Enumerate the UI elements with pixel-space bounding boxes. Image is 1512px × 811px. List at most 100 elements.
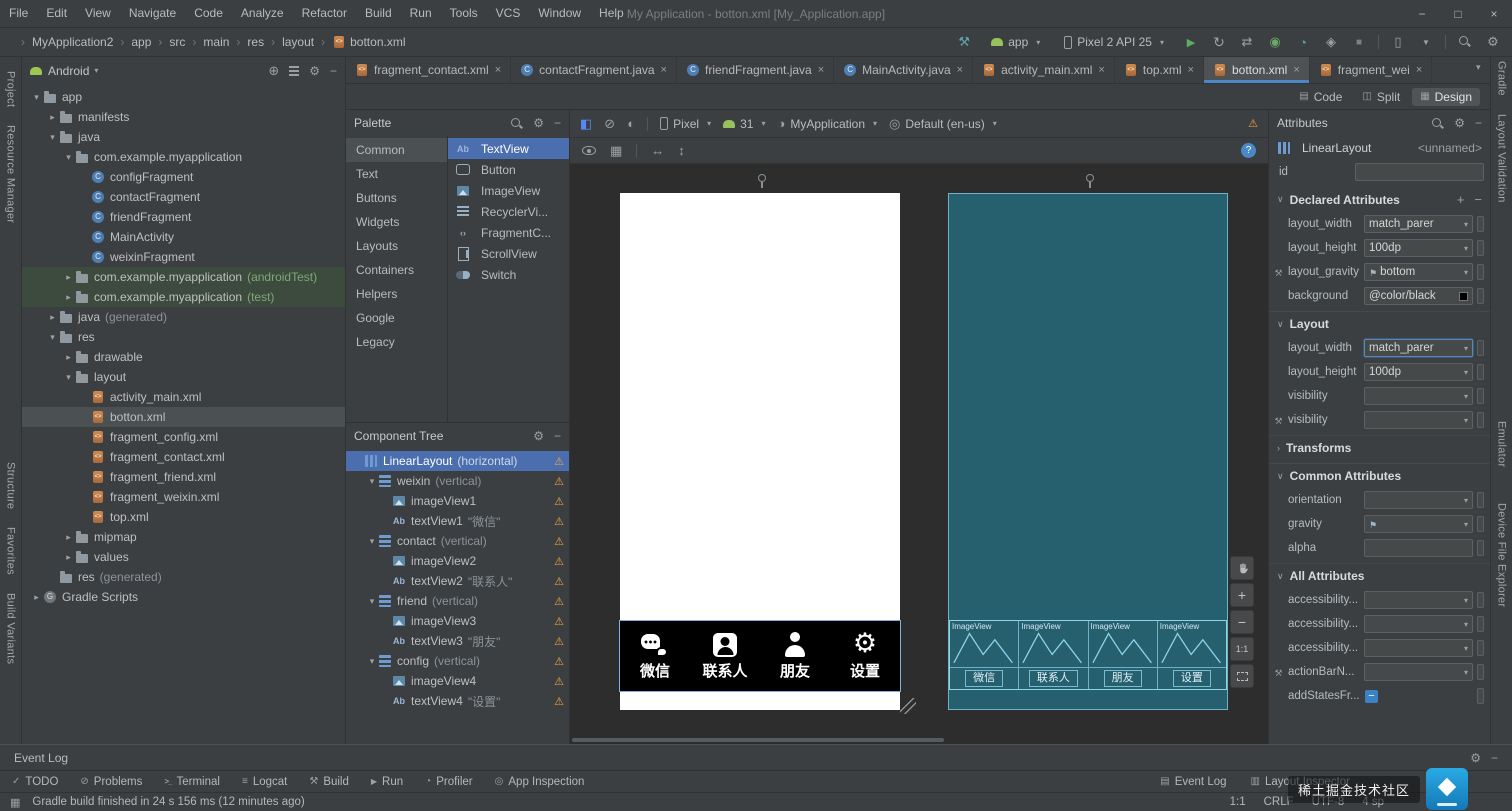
- menu-item[interactable]: Window: [529, 0, 590, 27]
- toolwindow-stripe-button[interactable]: Device File Explorer: [1496, 503, 1508, 607]
- project-tree-item[interactable]: MainActivity: [22, 227, 345, 247]
- sdk-manager-icon[interactable]: [1417, 33, 1435, 51]
- tree-chevron-icon[interactable]: [62, 292, 75, 303]
- pan-button[interactable]: [1230, 556, 1254, 580]
- tree-chevron-icon[interactable]: [62, 272, 75, 283]
- project-tree-item[interactable]: com.example.myapplication (test): [22, 287, 345, 307]
- palette-category[interactable]: Google: [346, 306, 447, 330]
- hide-panel-icon[interactable]: −: [554, 116, 561, 130]
- toolwindow-stripe-button[interactable]: Project: [5, 71, 17, 107]
- tree-chevron-icon[interactable]: [366, 656, 378, 667]
- project-tree-item[interactable]: fragment_weixin.xml: [22, 487, 345, 507]
- view-options-icon[interactable]: [582, 146, 596, 155]
- project-tree-item[interactable]: manifests: [22, 107, 345, 127]
- component-tree-item[interactable]: config (vertical) ⚠: [346, 651, 569, 671]
- attribute-field[interactable]: @color/black: [1364, 287, 1473, 305]
- project-tree-item[interactable]: friendFragment: [22, 207, 345, 227]
- device-manager-icon[interactable]: [1389, 33, 1407, 51]
- breadcrumb-item[interactable]: res: [229, 35, 264, 49]
- editor-tab[interactable]: activity_main.xml ×: [973, 57, 1115, 83]
- profiler-icon[interactable]: [1294, 33, 1312, 51]
- blueprint-cell[interactable]: ImageView 设置: [1157, 621, 1226, 689]
- project-tree-item[interactable]: fragment_friend.xml: [22, 467, 345, 487]
- close-button[interactable]: ×: [1476, 0, 1512, 28]
- tree-chevron-icon[interactable]: [62, 352, 75, 363]
- component-tree-item[interactable]: textView4 "设置" ⚠: [346, 691, 569, 711]
- blueprint-cell[interactable]: ImageView 朋友: [1088, 621, 1158, 689]
- section-layout[interactable]: ∨ Layout: [1269, 311, 1490, 336]
- hide-panel-icon[interactable]: −: [330, 64, 337, 78]
- blueprint-textview[interactable]: 设置: [1158, 668, 1226, 689]
- run-icon[interactable]: [1182, 33, 1200, 51]
- blueprint-imageview[interactable]: ImageView: [1157, 621, 1226, 668]
- menu-item[interactable]: Edit: [37, 0, 76, 27]
- tree-chevron-icon[interactable]: [62, 372, 75, 383]
- zoom-fit-button[interactable]: [1230, 664, 1254, 688]
- blueprint-imageview[interactable]: ImageView: [1088, 621, 1157, 668]
- rotation-handle-icon[interactable]: [1084, 174, 1094, 188]
- blueprint-mode-icon[interactable]: ⊘: [604, 116, 615, 132]
- nav-item[interactable]: 设置: [830, 621, 900, 691]
- hide-panel-icon[interactable]: −: [554, 429, 561, 443]
- tree-chevron-icon[interactable]: [62, 532, 75, 543]
- device-menu[interactable]: Pixel ▾: [660, 117, 711, 131]
- toolwindow-button[interactable]: Run: [371, 776, 403, 788]
- design-canvas[interactable]: 微信 联系人 朋友 ⚙ 设置 ImageView 微信 ImageView 联系…: [570, 164, 1268, 744]
- mode-code-button[interactable]: ▤ Code: [1291, 88, 1350, 106]
- stop-icon[interactable]: [1350, 33, 1368, 51]
- lint-warning-icon[interactable]: ⚠: [1248, 117, 1258, 130]
- menu-item[interactable]: Refactor: [293, 0, 356, 27]
- component-tree-item[interactable]: textView3 "朋友" ⚠: [346, 631, 569, 651]
- editor-tab[interactable]: MainActivity.java ×: [834, 57, 974, 83]
- blueprint-preview[interactable]: ImageView 微信 ImageView 联系人 ImageView 朋友 …: [948, 193, 1228, 710]
- breadcrumb-item[interactable]: MyApplication2: [14, 35, 113, 49]
- breadcrumb-item[interactable]: layout: [264, 35, 314, 49]
- zoom-out-button[interactable]: −: [1230, 610, 1254, 634]
- blueprint-textview[interactable]: 联系人: [1019, 668, 1087, 689]
- nav-item[interactable]: 微信: [620, 621, 690, 691]
- orientation-icon[interactable]: ◐: [627, 116, 635, 131]
- editor-tab[interactable]: contactFragment.java ×: [511, 57, 677, 83]
- theme-menu[interactable]: ◑ MyApplication ▾: [777, 116, 877, 131]
- menu-item[interactable]: Navigate: [120, 0, 185, 27]
- attribute-field[interactable]: [1364, 515, 1473, 533]
- editor-tab[interactable]: top.xml ×: [1115, 57, 1204, 83]
- component-tree-item[interactable]: imageView3 ⚠: [346, 611, 569, 631]
- toolwindow-stripe-button[interactable]: Emulator: [1496, 421, 1508, 467]
- toolwindow-stripe-button[interactable]: Resource Manager: [5, 125, 17, 223]
- close-tab-icon[interactable]: ×: [1098, 64, 1104, 76]
- attribute-field[interactable]: match_parer: [1364, 339, 1473, 357]
- variants-icon[interactable]: ▦: [610, 143, 622, 159]
- nav-item[interactable]: 联系人: [690, 621, 760, 691]
- attribute-field[interactable]: [1364, 491, 1473, 509]
- attribute-field[interactable]: [1364, 639, 1473, 657]
- resource-picker-button[interactable]: [1477, 264, 1484, 280]
- attribute-field[interactable]: [1364, 615, 1473, 633]
- build-hammer-icon[interactable]: [955, 33, 973, 51]
- attribute-field[interactable]: [1364, 411, 1473, 429]
- toolwindow-switcher-icon[interactable]: ▦: [10, 796, 20, 809]
- menu-item[interactable]: Run: [401, 0, 441, 27]
- vertical-arrows-icon[interactable]: ↕: [678, 143, 685, 158]
- palette-category[interactable]: Layouts: [346, 234, 447, 258]
- close-tab-icon[interactable]: ×: [1188, 64, 1194, 76]
- editor-tab[interactable]: fragment_contact.xml ×: [346, 57, 512, 83]
- palette-category[interactable]: Legacy: [346, 330, 447, 354]
- breadcrumb-item[interactable]: app: [113, 35, 151, 49]
- component-tree-item[interactable]: imageView1 ⚠: [346, 491, 569, 511]
- search-icon[interactable]: [510, 117, 523, 130]
- resource-picker-button[interactable]: [1477, 640, 1484, 656]
- rotation-handle-icon[interactable]: [756, 174, 766, 188]
- component-tree-item[interactable]: weixin (vertical) ⚠: [346, 471, 569, 491]
- toolwindow-stripe-button[interactable]: Favorites: [5, 527, 17, 575]
- menu-item[interactable]: View: [76, 0, 120, 27]
- status-message[interactable]: Gradle build finished in 24 s 156 ms (12…: [32, 796, 304, 808]
- attribute-field[interactable]: [1364, 539, 1473, 557]
- blueprint-imageview[interactable]: ImageView: [950, 621, 1019, 668]
- resource-picker-button[interactable]: [1477, 664, 1484, 680]
- divider-icon[interactable]: [1378, 35, 1379, 49]
- palette-item[interactable]: ScrollView: [448, 243, 569, 264]
- toolwindow-stripe-button[interactable]: Layout Validation: [1496, 114, 1508, 203]
- project-tree-item[interactable]: app: [22, 87, 345, 107]
- gear-icon[interactable]: ⚙: [533, 429, 544, 443]
